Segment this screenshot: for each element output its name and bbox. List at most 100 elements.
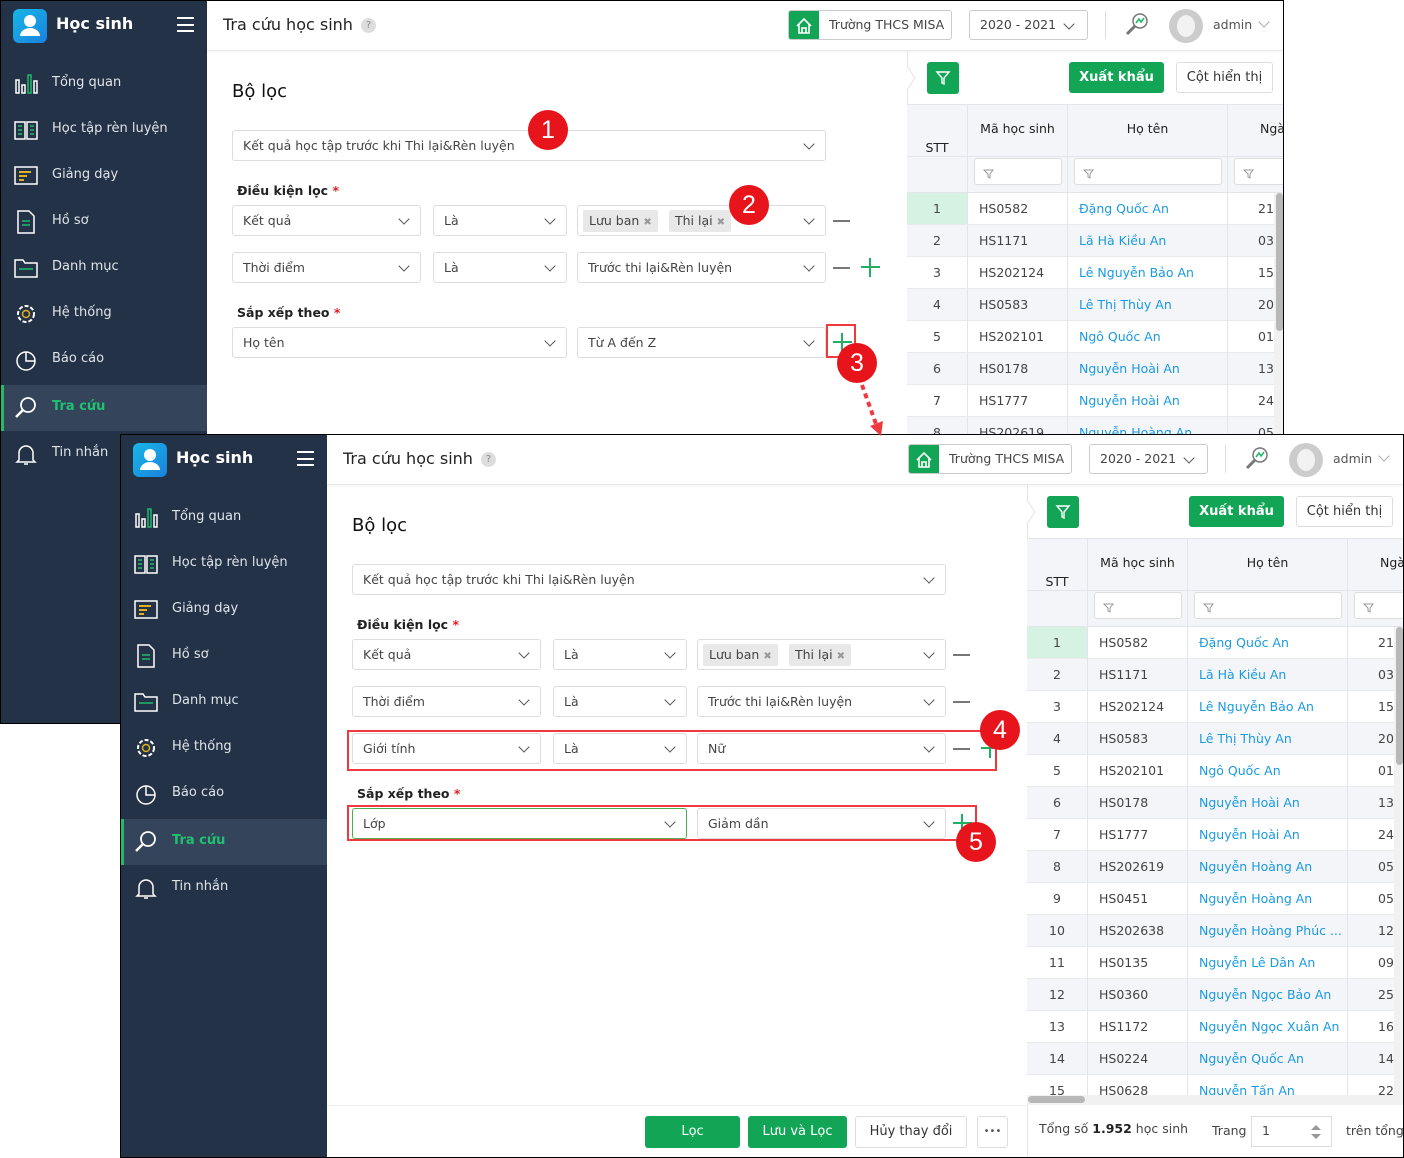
column-header[interactable]: STT [1027, 538, 1088, 627]
student-code-cell: HS0451 [1088, 883, 1188, 915]
student-code-cell: HS1172 [1088, 1011, 1188, 1043]
table-row[interactable]: 2 HS1171 Lã Hà Kiều An 03. [1027, 659, 1403, 691]
student-code-cell: HS0583 [1088, 723, 1188, 755]
column-filter-input[interactable] [1234, 158, 1283, 185]
student-name-link[interactable]: Nguyễn Hoài An [1068, 385, 1228, 417]
student-name-link[interactable]: Nguyễn Hoàng An [1188, 851, 1348, 883]
student-name-link[interactable]: Ngô Quốc An [1188, 755, 1348, 787]
column-filter-input[interactable] [1074, 158, 1222, 185]
column-filter-input[interactable] [1194, 592, 1342, 619]
column-header[interactable]: Ngà [1228, 104, 1284, 193]
column-header[interactable]: Họ tên [1188, 538, 1348, 627]
page-number-input[interactable]: 1 [1251, 1116, 1332, 1147]
cancel-changes-button[interactable]: Hủy thay đổi [855, 1116, 967, 1148]
table-row[interactable]: 9 HS0451 Nguyễn Hoàng An 05. [1027, 883, 1403, 915]
student-name-link[interactable]: Nguyễn Ngọc Bảo An [1188, 979, 1348, 1011]
table-top-border [1027, 538, 1403, 539]
column-header[interactable]: STT [907, 104, 968, 193]
table-row[interactable]: 5 HS202101 Ngô Quốc An 01. [1027, 755, 1403, 787]
student-name-link[interactable]: Nguyễn Lê Dân An [1188, 947, 1348, 979]
stt-cell: 4 [907, 289, 968, 321]
student-name-link[interactable]: Nguyễn Quốc An [1188, 1043, 1348, 1075]
table-row[interactable]: 5 HS202101 Ngô Quốc An 01. [907, 321, 1283, 353]
table-row[interactable]: 7 HS1777 Nguyễn Hoài An 24. [907, 385, 1283, 417]
student-name-link[interactable]: Nguyễn Hoài An [1188, 787, 1348, 819]
step-marker-4: 4 [980, 710, 1020, 750]
student-name-link[interactable]: Lê Thị Thùy An [1068, 289, 1228, 321]
column-filter-input[interactable] [974, 158, 1062, 185]
student-name-link[interactable]: Ngô Quốc An [1068, 321, 1228, 353]
column-filter-input[interactable] [1354, 592, 1403, 619]
stt-cell: 7 [1027, 819, 1088, 851]
table-row[interactable]: 7 HS1777 Nguyễn Hoài An 24. [1027, 819, 1403, 851]
dotted-arrow-icon [850, 380, 890, 440]
vertical-scrollbar-thumb[interactable] [1276, 193, 1283, 331]
table-row[interactable]: 12 HS0360 Nguyễn Ngọc Bảo An 25. [1027, 979, 1403, 1011]
table-row[interactable]: 4 HS0583 Lê Thị Thùy An 20. [1027, 723, 1403, 755]
table-row[interactable]: 3 HS202124 Lê Nguyễn Bảo An 15. [1027, 691, 1403, 723]
column-header[interactable]: Họ tên [1068, 104, 1228, 193]
header-divider [1027, 590, 1087, 591]
student-name-link[interactable]: Lê Nguyễn Bảo An [1068, 257, 1228, 289]
student-code-cell: HS202101 [968, 321, 1068, 353]
table-row[interactable]: 10 HS202638 Nguyễn Hoàng Phúc ... 12. [1027, 915, 1403, 947]
column-header[interactable]: Ngà [1348, 538, 1403, 627]
table-row[interactable]: 11 HS0135 Nguyễn Lê Dân An 09. [1027, 947, 1403, 979]
table-row[interactable]: 8 HS202619 Nguyễn Hoàng An 05. [1027, 851, 1403, 883]
student-name-link[interactable]: Lê Thị Thùy An [1188, 723, 1348, 755]
student-name-link[interactable]: Nguyễn Hoài An [1068, 353, 1228, 385]
student-name-link[interactable]: Nguyễn Hoài An [1188, 819, 1348, 851]
header-divider [1088, 590, 1187, 591]
table-row[interactable]: 2 HS1171 Lã Hà Kiều An 03. [907, 225, 1283, 257]
table-row[interactable]: 6 HS0178 Nguyễn Hoài An 13. [907, 353, 1283, 385]
table-row[interactable]: 13 HS1172 Nguyễn Ngọc Xuân An 16. [1027, 1011, 1403, 1043]
column-header[interactable]: Mã học sinh [968, 104, 1068, 193]
filter-icon [1082, 165, 1095, 179]
student-name-link[interactable]: Lã Hà Kiều An [1188, 659, 1348, 691]
column-header-label: Họ tên [1126, 121, 1169, 136]
stt-cell: 4 [1027, 723, 1088, 755]
table-row[interactable]: 1 HS0582 Đặng Quốc An 21. [907, 193, 1283, 225]
stt-cell: 2 [1027, 659, 1088, 691]
more-options-button[interactable]: ••• [977, 1116, 1008, 1148]
step-marker-5: 5 [956, 822, 996, 862]
step-marker-2: 2 [729, 185, 769, 225]
stt-cell: 3 [1027, 691, 1088, 723]
table-row[interactable]: 3 HS202124 Lê Nguyễn Bảo An 15. [907, 257, 1283, 289]
table-row[interactable]: 1 HS0582 Đặng Quốc An 21. [1027, 627, 1403, 659]
filter-button[interactable]: Lọc [645, 1116, 740, 1148]
filter-icon [1102, 599, 1115, 613]
table-row[interactable]: 6 HS0178 Nguyễn Hoài An 13. [1027, 787, 1403, 819]
student-name-link[interactable]: Đặng Quốc An [1188, 627, 1348, 659]
student-name-link[interactable]: Đặng Quốc An [1068, 193, 1228, 225]
column-filter-input[interactable] [1094, 592, 1182, 619]
step-marker-3: 3 [837, 343, 877, 383]
save-and-filter-button[interactable]: Lưu và Lọc [748, 1116, 847, 1148]
column-header[interactable]: Mã học sinh [1088, 538, 1188, 627]
stt-cell: 6 [907, 353, 968, 385]
student-code-cell: HS1777 [968, 385, 1068, 417]
vertical-scrollbar-thumb[interactable] [1396, 627, 1403, 765]
stt-cell: 11 [1027, 947, 1088, 979]
screenshot-after: Học sinh Tổng quan Học tập rèn luyện Giảng … [120, 434, 1404, 1158]
student-name-link[interactable]: Nguyễn Ngọc Xuân An [1188, 1011, 1348, 1043]
student-code-cell: HS0178 [968, 353, 1068, 385]
stt-cell: 1 [1027, 627, 1088, 659]
header-divider [1228, 156, 1283, 157]
student-code-cell: HS0224 [1088, 1043, 1188, 1075]
table-row[interactable]: 14 HS0224 Nguyễn Quốc An 14. [1027, 1043, 1403, 1075]
horizontal-scrollbar-thumb[interactable] [1028, 1096, 1085, 1103]
header-divider [1068, 156, 1227, 157]
student-name-link[interactable]: Nguyễn Hoàng An [1188, 883, 1348, 915]
column-header-label: Mã học sinh [1100, 555, 1175, 570]
table-row[interactable]: 4 HS0583 Lê Thị Thùy An 20. [907, 289, 1283, 321]
column-header-label: STT [1045, 574, 1069, 589]
student-code-cell: HS0582 [1088, 627, 1188, 659]
page-stepper-icon[interactable] [1310, 1122, 1322, 1142]
student-name-link[interactable]: Lê Nguyễn Bảo An [1188, 691, 1348, 723]
filter-icon [1202, 599, 1215, 613]
stt-cell: 2 [907, 225, 968, 257]
student-name-link[interactable]: Lã Hà Kiều An [1068, 225, 1228, 257]
column-header-label: Ngà [1260, 121, 1284, 136]
student-name-link[interactable]: Nguyễn Hoàng Phúc ... [1188, 915, 1348, 947]
